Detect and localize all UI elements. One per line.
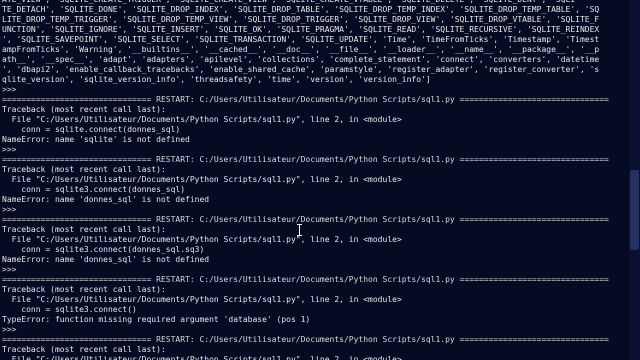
- output-line: TE_DETACH', 'SQLITE_DONE', 'SQLITE_DROP_…: [2, 5, 600, 14]
- traceback-line: TypeError: function missing required arg…: [2, 315, 311, 324]
- shell-output[interactable]: ATE_VIEW', 'SQLITE_CREATE_TRIGGER', 'SQL…: [2, 0, 638, 360]
- shell-prompt: >>>: [2, 205, 17, 214]
- traceback-line: Traceback (most recent call last):: [2, 165, 166, 174]
- restart-banner: =============================== RESTART:…: [2, 335, 609, 344]
- traceback-line: Traceback (most recent call last):: [2, 225, 166, 234]
- python-shell-window[interactable]: ATE_VIEW', 'SQLITE_CREATE_TRIGGER', 'SQL…: [0, 0, 640, 360]
- traceback-line: Traceback (most recent call last):: [2, 105, 166, 114]
- vertical-scrollbar[interactable]: [629, 0, 640, 360]
- output-line: ', 'dbapi2', 'enable_callback_tracebacks…: [2, 65, 600, 74]
- traceback-line: conn = sqlite3.connect(donnes_sql.sq3): [2, 245, 205, 254]
- traceback-line: File "C:/Users/Utilisateur/Documents/Pyt…: [2, 235, 402, 244]
- restart-banner: =============================== RESTART:…: [2, 215, 609, 224]
- traceback-line: NameError: name 'sqlite' is not defined: [2, 135, 190, 144]
- shell-prompt: >>>: [2, 85, 17, 94]
- traceback-line: conn = sqlite3.connect(donnes_sql): [2, 185, 186, 194]
- restart-banner: =============================== RESTART:…: [2, 95, 609, 104]
- output-line: qlite_version', 'sqlite_version_info', '…: [2, 75, 431, 84]
- traceback-line: Traceback (most recent call last):: [2, 345, 166, 354]
- scrollbar-thumb[interactable]: [630, 170, 639, 250]
- output-line: LITE_DROP_TEMP_TRIGGER', 'SQLITE_DROP_TE…: [2, 15, 600, 24]
- traceback-line: NameError: name 'donnes_sql' is not defi…: [2, 195, 210, 204]
- output-line: ath__', '__spec__', 'adapt', 'adapters',…: [2, 55, 600, 64]
- output-line: ', 'SQLITE_SAVEPOINT', 'SQLITE_SELECT', …: [2, 35, 600, 44]
- restart-banner: =============================== RESTART:…: [2, 155, 609, 164]
- shell-prompt: >>>: [2, 265, 17, 274]
- output-line: ampFromTicks', 'Warning', '__builtins__'…: [2, 45, 600, 54]
- traceback-line: conn = sqlite.connect(donnes_sql): [2, 125, 181, 134]
- restart-banner: =============================== RESTART:…: [2, 275, 609, 284]
- text-cursor-icon: [297, 224, 303, 236]
- traceback-line: conn = sqlite3.connect(): [2, 305, 137, 314]
- traceback-line: File "C:/Users/Utilisateur/Documents/Pyt…: [2, 175, 402, 184]
- shell-prompt: >>>: [2, 325, 17, 334]
- traceback-line: Traceback (most recent call last):: [2, 285, 166, 294]
- shell-prompt: >>>: [2, 145, 17, 154]
- traceback-line: File "C:/Users/Utilisateur/Documents/Pyt…: [2, 115, 402, 124]
- traceback-line: File "C:/Users/Utilisateur/Documents/Pyt…: [2, 355, 402, 360]
- traceback-line: NameError: name 'donnes_sql' is not defi…: [2, 255, 210, 264]
- output-line: UNCTION', 'SQLITE_IGNORE', 'SQLITE_INSER…: [2, 25, 600, 34]
- traceback-line: File "C:/Users/Utilisateur/Documents/Pyt…: [2, 295, 402, 304]
